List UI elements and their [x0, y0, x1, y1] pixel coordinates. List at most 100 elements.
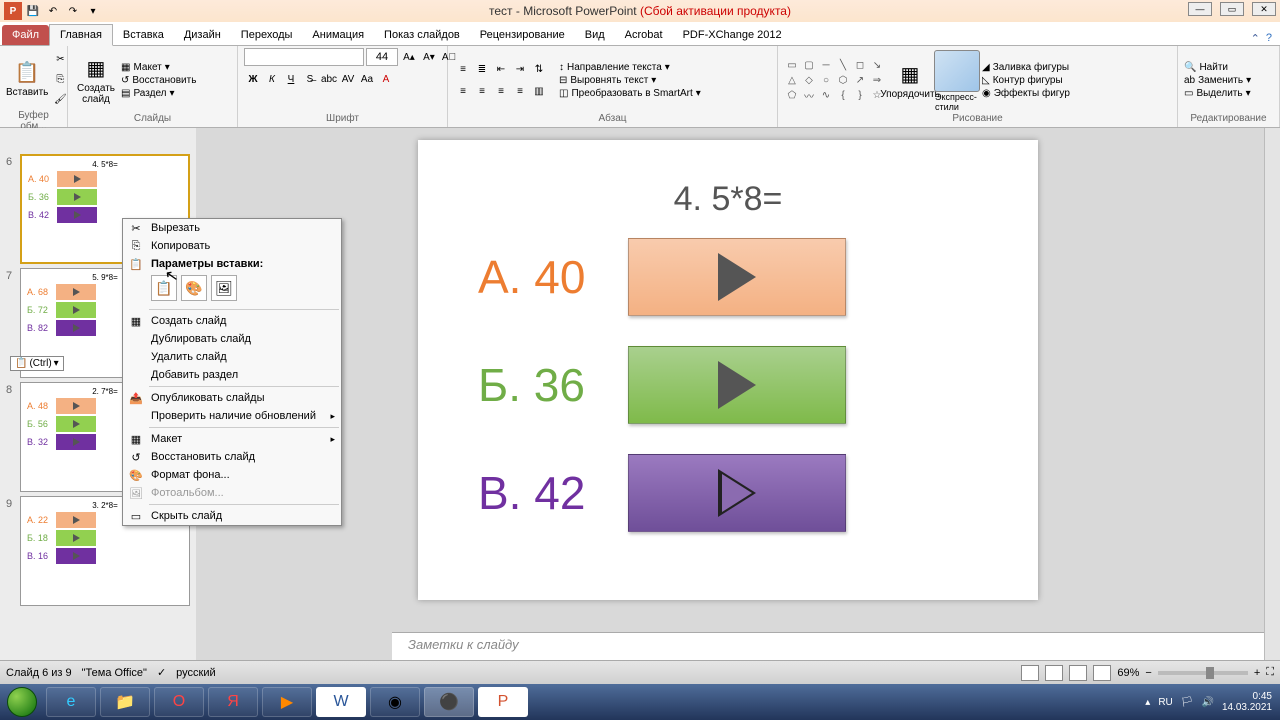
taskbar-ie-icon[interactable]: e	[46, 687, 96, 717]
paste-picture-icon[interactable]: 🖼	[211, 275, 237, 301]
shape-outline-button[interactable]: ◺ Контур фигуры	[982, 75, 1070, 86]
slideshow-view-icon[interactable]	[1093, 665, 1111, 681]
close-button[interactable]: ✕	[1252, 2, 1276, 16]
qat-dropdown-icon[interactable]: ▾	[84, 2, 102, 20]
redo-icon[interactable]: ↷	[64, 2, 82, 20]
slide-content[interactable]: 4. 5*8= А. 40 Б. 36 В. 42	[418, 140, 1038, 600]
answer-c-button[interactable]	[628, 454, 846, 532]
case-icon[interactable]: Aa	[358, 70, 376, 88]
answer-b-button[interactable]	[628, 346, 846, 424]
align-right-icon[interactable]: ≡	[492, 83, 510, 101]
status-language[interactable]: русский	[176, 667, 215, 679]
tab-design[interactable]: Дизайн	[174, 25, 231, 45]
tray-network-icon[interactable]: 🔊	[1201, 697, 1213, 708]
bullets-icon[interactable]: ≡	[454, 61, 472, 79]
paste-options-badge[interactable]: 📋 (Ctrl) ▾	[10, 356, 64, 371]
taskbar-opera-icon[interactable]: O	[154, 687, 204, 717]
align-left-icon[interactable]: ≡	[454, 83, 472, 101]
app-icon[interactable]: P	[4, 2, 22, 20]
tray-flag-icon[interactable]: 🏳	[1181, 697, 1194, 708]
tray-clock[interactable]: 0:4514.03.2021	[1222, 691, 1272, 713]
copy-icon[interactable]: ⎘	[51, 70, 69, 88]
ctx-publish-slides[interactable]: 📤Опубликовать слайды	[123, 389, 341, 407]
taskbar-chrome-icon[interactable]: ◉	[370, 687, 420, 717]
ctx-duplicate-slide[interactable]: Дублировать слайд	[123, 330, 341, 348]
taskbar-player-icon[interactable]: ▶	[262, 687, 312, 717]
answer-a-button[interactable]	[628, 238, 846, 316]
shape-fill-button[interactable]: ◢ Заливка фигуры	[982, 62, 1070, 73]
reading-view-icon[interactable]	[1069, 665, 1087, 681]
tab-view[interactable]: Вид	[575, 25, 615, 45]
justify-icon[interactable]: ≡	[511, 83, 529, 101]
tab-pdfxchange[interactable]: PDF-XChange 2012	[673, 25, 792, 45]
font-size-input[interactable]	[366, 48, 398, 66]
notes-pane[interactable]: Заметки к слайду	[392, 632, 1264, 660]
font-name-input[interactable]	[244, 48, 364, 66]
ctx-cut[interactable]: ✂Вырезать	[123, 219, 341, 237]
cut-icon[interactable]: ✂	[51, 50, 69, 68]
taskbar-obs-icon[interactable]: ⚫	[424, 687, 474, 717]
sorter-view-icon[interactable]	[1045, 665, 1063, 681]
shapes-gallery[interactable]: ▭▢─╲◻↘ △◇○⬡↗⇒ ⬠〰∿{}☆	[784, 59, 885, 103]
spacing-icon[interactable]: AV	[339, 70, 357, 88]
status-spellcheck-icon[interactable]: ✓	[157, 666, 166, 679]
decrease-indent-icon[interactable]: ⇤	[492, 61, 510, 79]
ctx-add-section[interactable]: Добавить раздел	[123, 366, 341, 384]
undo-icon[interactable]: ↶	[44, 2, 62, 20]
bold-icon[interactable]: Ж	[244, 70, 262, 88]
ctx-check-updates[interactable]: Проверить наличие обновлений▸	[123, 407, 341, 425]
numbering-icon[interactable]: ≣	[473, 61, 491, 79]
align-text-button[interactable]: ⊟ Выровнять текст ▾	[559, 75, 701, 86]
ctx-delete-slide[interactable]: Удалить слайд	[123, 348, 341, 366]
ctx-reset-slide[interactable]: ↺Восстановить слайд	[123, 448, 341, 466]
shape-effects-button[interactable]: ◉ Эффекты фигур	[982, 88, 1070, 99]
find-button[interactable]: 🔍 Найти	[1184, 62, 1251, 73]
tab-acrobat[interactable]: Acrobat	[615, 25, 673, 45]
line-spacing-icon[interactable]: ⇅	[530, 61, 548, 79]
columns-icon[interactable]: ▥	[530, 83, 548, 101]
vertical-scrollbar[interactable]	[1264, 128, 1280, 660]
tray-expand-icon[interactable]: ▴	[1145, 697, 1150, 708]
normal-view-icon[interactable]	[1021, 665, 1039, 681]
tab-insert[interactable]: Вставка	[113, 25, 174, 45]
tab-animations[interactable]: Анимация	[302, 25, 374, 45]
tab-file[interactable]: Файл	[2, 25, 49, 45]
layout-button[interactable]: ▦ Макет ▾	[121, 62, 196, 73]
start-button[interactable]	[0, 684, 44, 720]
increase-indent-icon[interactable]: ⇥	[511, 61, 529, 79]
fit-window-icon[interactable]: ⛶	[1266, 666, 1274, 679]
minimize-button[interactable]: —	[1188, 2, 1212, 16]
font-color-icon[interactable]: A	[377, 70, 395, 88]
new-slide-button[interactable]: ▦Создать слайд	[74, 50, 118, 112]
zoom-out-icon[interactable]: −	[1145, 667, 1151, 679]
tab-slideshow[interactable]: Показ слайдов	[374, 25, 470, 45]
shadow-icon[interactable]: abc	[320, 70, 338, 88]
reset-button[interactable]: ↺ Восстановить	[121, 75, 196, 86]
smartart-button[interactable]: ◫ Преобразовать в SmartArt ▾	[559, 88, 701, 99]
tab-transitions[interactable]: Переходы	[231, 25, 303, 45]
paste-use-theme-icon[interactable]: 🎨	[181, 275, 207, 301]
ctx-copy[interactable]: ⎘Копировать	[123, 237, 341, 255]
tab-home[interactable]: Главная	[49, 24, 113, 46]
tray-lang[interactable]: RU	[1158, 697, 1172, 708]
zoom-in-icon[interactable]: +	[1254, 667, 1260, 679]
taskbar-yandex-icon[interactable]: Я	[208, 687, 258, 717]
taskbar-explorer-icon[interactable]: 📁	[100, 687, 150, 717]
underline-icon[interactable]: Ч	[282, 70, 300, 88]
paste-button[interactable]: 📋Вставить	[6, 48, 48, 110]
replace-button[interactable]: ab Заменить ▾	[1184, 75, 1251, 86]
ctx-format-background[interactable]: 🎨Формат фона...	[123, 466, 341, 484]
text-direction-button[interactable]: ↕ Направление текста ▾	[559, 62, 701, 73]
ctx-layout[interactable]: ▦Макет▸	[123, 430, 341, 448]
format-painter-icon[interactable]: 🖌	[51, 90, 69, 108]
quick-styles-button[interactable]: Экспресс-стили	[935, 50, 979, 112]
ribbon-minimize-icon[interactable]: ⌃	[1251, 32, 1260, 45]
ctx-new-slide[interactable]: ▦Создать слайд	[123, 312, 341, 330]
shrink-font-icon[interactable]: A▾	[420, 48, 438, 66]
help-icon[interactable]: ?	[1266, 32, 1272, 45]
strikethrough-icon[interactable]: S̶	[301, 70, 319, 88]
save-icon[interactable]: 💾	[24, 2, 42, 20]
grow-font-icon[interactable]: A▴	[400, 48, 418, 66]
taskbar-powerpoint-icon[interactable]: P	[478, 687, 528, 717]
taskbar-word-icon[interactable]: W	[316, 687, 366, 717]
